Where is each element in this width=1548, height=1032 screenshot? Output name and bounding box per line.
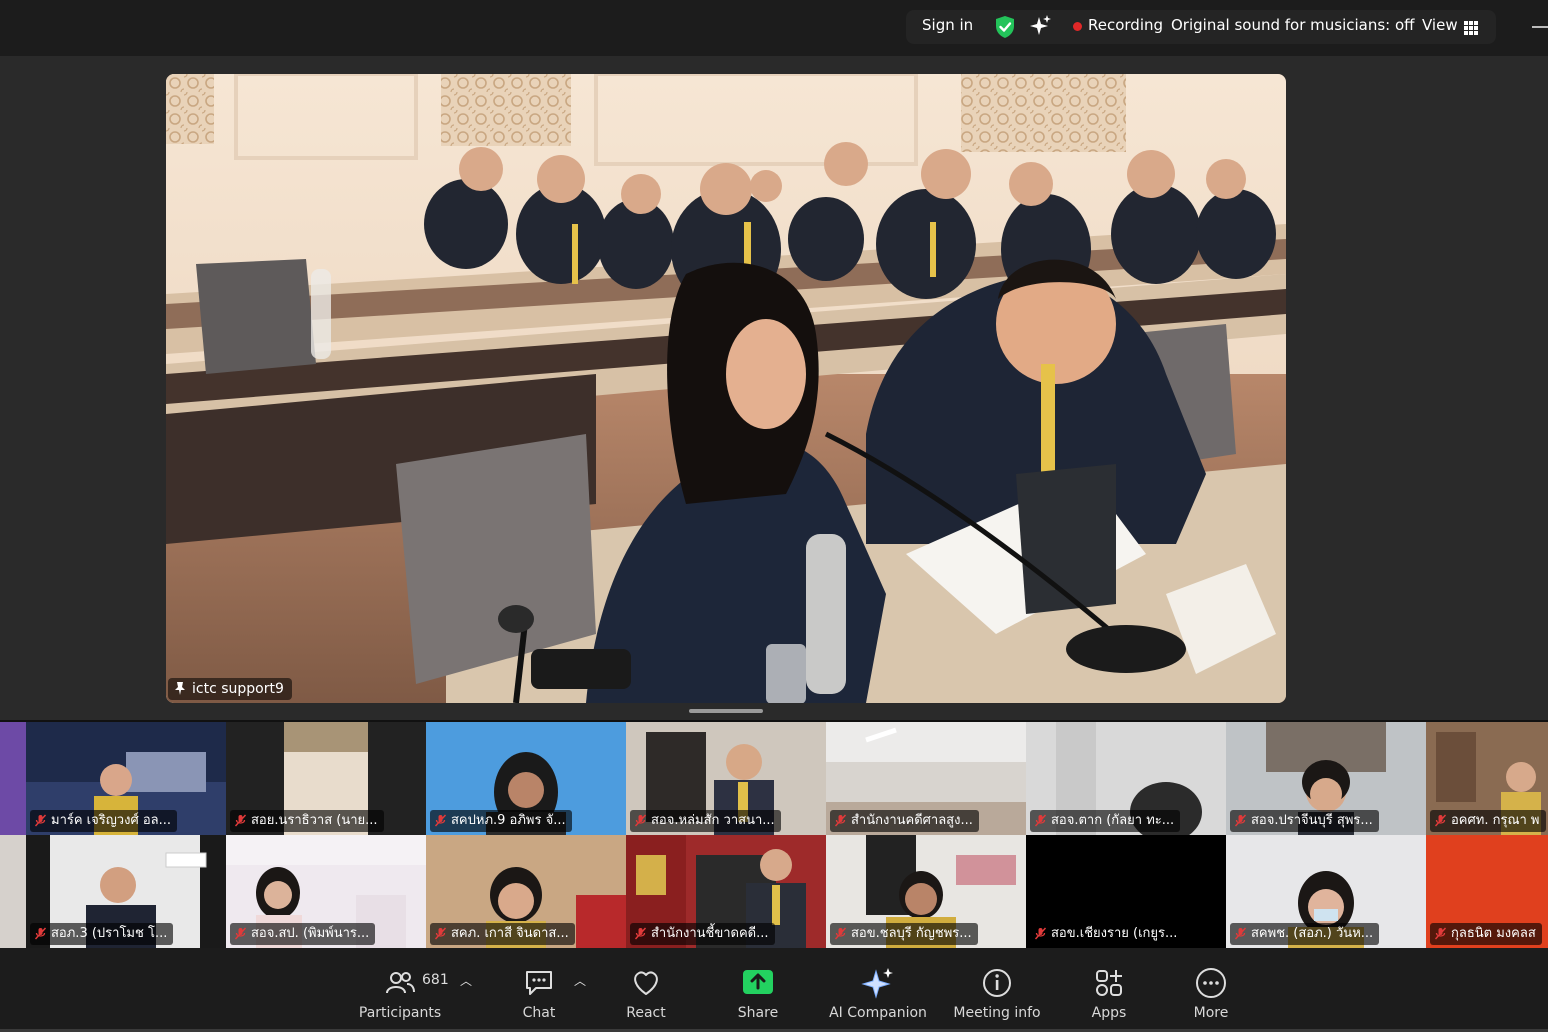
ai-companion-label: AI Companion xyxy=(829,1005,927,1021)
meeting-top-bar: Sign in Recording Original sound for mus… xyxy=(0,0,1548,56)
muted-mic-icon xyxy=(1034,814,1047,827)
participant-tile[interactable]: สคปหภ.9 อภิพร จั... xyxy=(426,722,626,835)
muted-mic-icon xyxy=(434,814,447,827)
participant-name: สคปหภ.9 อภิพร จั... xyxy=(451,813,566,828)
encryption-shield-icon[interactable] xyxy=(994,15,1016,43)
participant-tile[interactable]: สคพช. (สอภ.) วันห... xyxy=(1226,835,1426,948)
chat-label: Chat xyxy=(522,1005,556,1021)
speaker-name-tag: ictc support9 xyxy=(168,678,292,700)
participant-tile[interactable]: สำนักงานชี้ขาดคดี... xyxy=(626,835,826,948)
participants-count: 681 xyxy=(422,972,449,988)
more-icon xyxy=(1196,968,1226,998)
participant-name: กุลธนิต มงคลส xyxy=(1451,926,1536,941)
share-screen-icon xyxy=(743,970,773,994)
view-button[interactable]: View xyxy=(1422,16,1458,34)
react-button[interactable]: React xyxy=(606,948,686,1032)
share-label: Share xyxy=(737,1005,779,1021)
participant-tile[interactable]: สคภ. เกาสี จินดาส... xyxy=(426,835,626,948)
participant-tile[interactable]: สอจ.ปราจีนบุรี สุพร... xyxy=(1226,722,1426,835)
muted-mic-icon xyxy=(34,814,47,827)
muted-mic-icon xyxy=(1434,814,1447,827)
participant-name: สคพช. (สอภ.) วันห... xyxy=(1251,926,1374,941)
muted-mic-icon xyxy=(34,927,47,940)
conference-room-image xyxy=(166,74,1286,703)
muted-mic-icon xyxy=(234,814,247,827)
participant-name: สำนักงานคดีศาลสูง... xyxy=(851,813,973,828)
ai-companion-icon xyxy=(861,968,893,999)
recording-indicator[interactable]: Recording xyxy=(1088,16,1163,34)
meeting-info-button[interactable]: Meeting info xyxy=(948,948,1046,1032)
participant-name: สอภ.3 (ปราโมช โ... xyxy=(51,926,168,941)
participant-name: สคภ. เกาสี จินดาส... xyxy=(451,926,569,941)
participants-caret-icon[interactable]: ︿ xyxy=(460,972,472,989)
participant-tile[interactable]: สอข.เชียงราย (เกยูร... xyxy=(1026,835,1226,948)
participant-tile[interactable]: สำนักงานคดีศาลสูง... xyxy=(826,722,1026,835)
participant-tile[interactable]: สอจ.ตาก (กัลยา ทะ... xyxy=(1026,722,1226,835)
participant-name: อคศท. กรุณา พ xyxy=(1451,813,1540,828)
chat-button[interactable]: Chat xyxy=(500,948,578,1032)
muted-mic-icon xyxy=(234,927,247,940)
speaker-name: ictc support9 xyxy=(192,681,284,697)
sign-in-link[interactable]: Sign in xyxy=(922,16,973,34)
apps-button[interactable]: Apps xyxy=(1070,948,1148,1032)
recording-dot-icon xyxy=(1073,22,1082,31)
muted-mic-icon xyxy=(434,927,447,940)
participants-label: Participants xyxy=(358,1005,442,1021)
more-label: More xyxy=(1193,1005,1229,1021)
participant-tile[interactable]: อคศท. กรุณา พ xyxy=(1426,722,1548,835)
participant-name: สอจ.ปราจีนบุรี สุพร... xyxy=(1251,813,1373,828)
muted-mic-icon xyxy=(1434,927,1447,940)
chat-caret-icon[interactable]: ︿ xyxy=(574,972,586,989)
participant-name: สอจ.สป. (พิมพ์นาร... xyxy=(251,926,370,941)
participant-tile[interactable]: สอจ.หล่มสัก วาสนา... xyxy=(626,722,826,835)
resize-handle[interactable] xyxy=(689,709,763,713)
participant-tile[interactable]: กุลธนิต มงคลส xyxy=(1426,835,1548,948)
muted-mic-icon xyxy=(834,814,847,827)
muted-mic-icon xyxy=(1234,814,1247,827)
share-button[interactable]: Share xyxy=(718,948,798,1032)
participant-name: สอข.ชลบุรี กัญชพร... xyxy=(851,926,972,941)
participant-tile[interactable] xyxy=(0,722,26,835)
active-speaker-video[interactable] xyxy=(166,74,1286,703)
participant-tile[interactable]: สอภ.3 (ปราโมช โ... xyxy=(26,835,226,948)
muted-mic-icon xyxy=(634,814,647,827)
participant-name: สำนักงานชี้ขาดคดี... xyxy=(651,926,769,941)
participants-icon xyxy=(386,972,415,994)
muted-mic-icon xyxy=(834,927,847,940)
gallery-strip: มาร์ค เจริญวงศ์ อล... สอย.นราธิวาส (นาย.… xyxy=(0,720,1548,948)
minimize-icon[interactable] xyxy=(1532,26,1548,28)
apps-icon xyxy=(1096,970,1122,996)
participant-tile[interactable]: มาร์ค เจริญวงศ์ อล... xyxy=(26,722,226,835)
participant-name: สอจ.ตาก (กัลยา ทะ... xyxy=(1051,813,1175,828)
participant-tile[interactable] xyxy=(0,835,26,948)
ai-companion-button[interactable]: AI Companion xyxy=(824,948,932,1032)
participant-name: สอจ.หล่มสัก วาสนา... xyxy=(651,813,775,828)
participant-tile[interactable]: สอจ.สป. (พิมพ์นาร... xyxy=(226,835,426,948)
participant-tile[interactable]: สอย.นราธิวาส (นาย... xyxy=(226,722,426,835)
participant-name: สอข.เชียงราย (เกยูร... xyxy=(1051,926,1178,941)
react-label: React xyxy=(626,1005,666,1021)
ai-sparkle-icon[interactable] xyxy=(1029,14,1053,42)
meeting-info-label: Meeting info xyxy=(953,1005,1041,1021)
participant-tile[interactable]: สอข.ชลบุรี กัญชพร... xyxy=(826,835,1026,948)
chat-icon xyxy=(526,971,552,995)
pin-icon xyxy=(175,682,185,695)
original-sound-toggle[interactable]: Original sound for musicians: off xyxy=(1171,16,1415,34)
heart-icon xyxy=(634,971,658,995)
meeting-toolbar: 681 Participants ︿ Chat ︿ React Share AI… xyxy=(0,948,1548,1032)
muted-mic-icon xyxy=(634,927,647,940)
more-button[interactable]: More xyxy=(1172,948,1250,1032)
apps-label: Apps xyxy=(1091,1005,1127,1021)
participants-button[interactable]: 681 Participants xyxy=(350,948,450,1032)
info-icon xyxy=(983,969,1011,997)
participant-name: มาร์ค เจริญวงศ์ อล... xyxy=(51,813,172,828)
participant-name: สอย.นราธิวาส (นาย... xyxy=(251,813,378,828)
muted-mic-icon xyxy=(1034,927,1047,940)
grid-view-icon[interactable] xyxy=(1464,20,1478,39)
muted-mic-icon xyxy=(1234,927,1247,940)
